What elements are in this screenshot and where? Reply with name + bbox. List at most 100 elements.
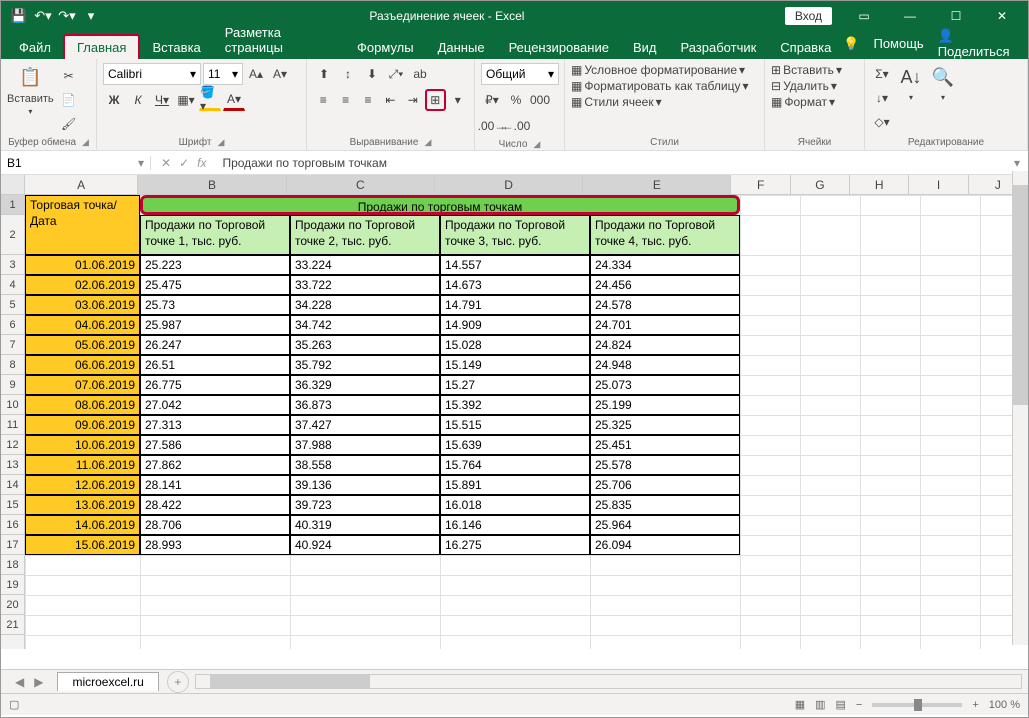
align-right-icon[interactable]: ≡	[358, 89, 378, 111]
save-icon[interactable]: 💾	[9, 6, 29, 26]
row-header[interactable]: 21	[1, 615, 24, 635]
login-button[interactable]: Вход	[785, 7, 832, 25]
data-cell[interactable]: 36.873	[290, 395, 440, 415]
align-bottom-icon[interactable]: ⬇	[361, 63, 383, 85]
format-painter-icon[interactable]: 🖌	[58, 113, 80, 135]
data-cell[interactable]: 37.427	[290, 415, 440, 435]
grow-font-icon[interactable]: A▴	[245, 63, 267, 85]
data-cell[interactable]: 24.824	[590, 335, 740, 355]
autosum-icon[interactable]: Σ▾	[871, 63, 893, 85]
data-cell[interactable]: 26.094	[590, 535, 740, 555]
data-cell[interactable]: 15.149	[440, 355, 590, 375]
data-cell[interactable]: 27.313	[140, 415, 290, 435]
date-cell[interactable]: 07.06.2019	[25, 375, 140, 395]
expand-formula-icon[interactable]: ▾	[1006, 156, 1028, 170]
align-center-icon[interactable]: ≡	[335, 89, 355, 111]
col-header[interactable]: B	[138, 175, 286, 194]
help-link[interactable]: Помощь	[873, 36, 923, 51]
tab-insert[interactable]: Вставка	[140, 36, 212, 59]
data-cell[interactable]: 28.141	[140, 475, 290, 495]
row-header[interactable]: 19	[1, 575, 24, 595]
date-cell[interactable]: 15.06.2019	[25, 535, 140, 555]
tab-review[interactable]: Рецензирование	[497, 36, 621, 59]
align-launcher[interactable]: ◢	[424, 137, 431, 148]
data-cell[interactable]: 16.146	[440, 515, 590, 535]
data-cell[interactable]: 35.263	[290, 335, 440, 355]
data-cell[interactable]: 25.73	[140, 295, 290, 315]
data-cell[interactable]: 35.792	[290, 355, 440, 375]
data-cell[interactable]: 36.329	[290, 375, 440, 395]
data-cell[interactable]: 24.701	[590, 315, 740, 335]
data-cell[interactable]: 25.964	[590, 515, 740, 535]
col-header[interactable]: G	[791, 175, 850, 194]
merge-cells-button[interactable]: ⊞	[425, 89, 446, 111]
row-header[interactable]: 7	[1, 335, 24, 355]
data-cell[interactable]: 24.578	[590, 295, 740, 315]
delete-cells-button[interactable]: ⊟ Удалить ▾	[771, 79, 858, 93]
date-cell[interactable]: 03.06.2019	[25, 295, 140, 315]
qat-more-icon[interactable]: ▾	[81, 6, 101, 26]
date-cell[interactable]: 05.06.2019	[25, 335, 140, 355]
data-cell[interactable]: 25.199	[590, 395, 740, 415]
minimize-icon[interactable]: —	[888, 2, 932, 30]
data-cell[interactable]: 15.028	[440, 335, 590, 355]
tell-me-icon[interactable]: 💡	[843, 36, 859, 52]
data-cell[interactable]: 14.673	[440, 275, 590, 295]
col-header[interactable]: E	[583, 175, 731, 194]
header-col-cell[interactable]: Продажи по Торговой точке 4, тыс. руб.	[590, 215, 740, 255]
data-cell[interactable]: 33.224	[290, 255, 440, 275]
indent-decrease-icon[interactable]: ⇤	[380, 89, 400, 111]
fill-color-icon[interactable]: 🪣▾	[199, 89, 221, 111]
tab-developer[interactable]: Разработчик	[668, 36, 768, 59]
data-cell[interactable]: 40.319	[290, 515, 440, 535]
data-cell[interactable]: 28.706	[140, 515, 290, 535]
close-icon[interactable]: ✕	[980, 2, 1024, 30]
clear-icon[interactable]: ◇▾	[871, 111, 893, 133]
row-header[interactable]: 3	[1, 255, 24, 275]
data-cell[interactable]: 25.223	[140, 255, 290, 275]
data-cell[interactable]: 15.27	[440, 375, 590, 395]
data-cell[interactable]: 25.578	[590, 455, 740, 475]
data-cell[interactable]: 26.775	[140, 375, 290, 395]
row-header[interactable]: 17	[1, 535, 24, 555]
data-cell[interactable]: 16.018	[440, 495, 590, 515]
data-cell[interactable]: 28.422	[140, 495, 290, 515]
font-color-icon[interactable]: A▾	[223, 89, 245, 111]
data-cell[interactable]: 25.451	[590, 435, 740, 455]
header-col-cell[interactable]: Продажи по Торговой точке 1, тыс. руб.	[140, 215, 290, 255]
data-cell[interactable]: 16.275	[440, 535, 590, 555]
row-header[interactable]: 11	[1, 415, 24, 435]
borders-icon[interactable]: ▦▾	[175, 89, 197, 111]
row-header[interactable]: 12	[1, 435, 24, 455]
italic-button[interactable]: К	[127, 89, 149, 111]
ribbon-options-icon[interactable]: ▭	[842, 2, 886, 30]
row-header[interactable]: 4	[1, 275, 24, 295]
format-table-button[interactable]: ▦ Форматировать как таблицу▾	[571, 79, 758, 93]
fill-icon[interactable]: ↓▾	[871, 87, 893, 109]
data-cell[interactable]: 14.909	[440, 315, 590, 335]
sheet-next-icon[interactable]: ▶	[34, 675, 43, 689]
tab-formulas[interactable]: Формулы	[345, 36, 426, 59]
date-cell[interactable]: 12.06.2019	[25, 475, 140, 495]
decimal-dec-icon[interactable]: ←.00	[505, 115, 527, 137]
row-header[interactable]: 8	[1, 355, 24, 375]
share-button[interactable]: 👤 Поделиться	[938, 28, 1014, 59]
tab-help[interactable]: Справка	[768, 36, 843, 59]
date-cell[interactable]: 14.06.2019	[25, 515, 140, 535]
row-header[interactable]: 9	[1, 375, 24, 395]
tab-pagelayout[interactable]: Разметка страницы	[213, 21, 345, 59]
row-header[interactable]: 1	[1, 195, 24, 215]
font-launcher[interactable]: ◢	[217, 137, 224, 148]
select-all-corner[interactable]	[1, 175, 25, 194]
data-cell[interactable]: 26.247	[140, 335, 290, 355]
data-cell[interactable]: 25.325	[590, 415, 740, 435]
data-cell[interactable]: 28.993	[140, 535, 290, 555]
align-top-icon[interactable]: ⬆	[313, 63, 335, 85]
data-cell[interactable]: 15.891	[440, 475, 590, 495]
maximize-icon[interactable]: ☐	[934, 2, 978, 30]
date-cell[interactable]: 11.06.2019	[25, 455, 140, 475]
find-select-button[interactable]: 🔍▾	[929, 63, 957, 135]
cancel-formula-icon[interactable]: ✕	[161, 156, 171, 170]
header-col-cell[interactable]: Продажи по Торговой точке 3, тыс. руб.	[440, 215, 590, 255]
insert-cells-button[interactable]: ⊞ Вставить ▾	[771, 63, 858, 77]
